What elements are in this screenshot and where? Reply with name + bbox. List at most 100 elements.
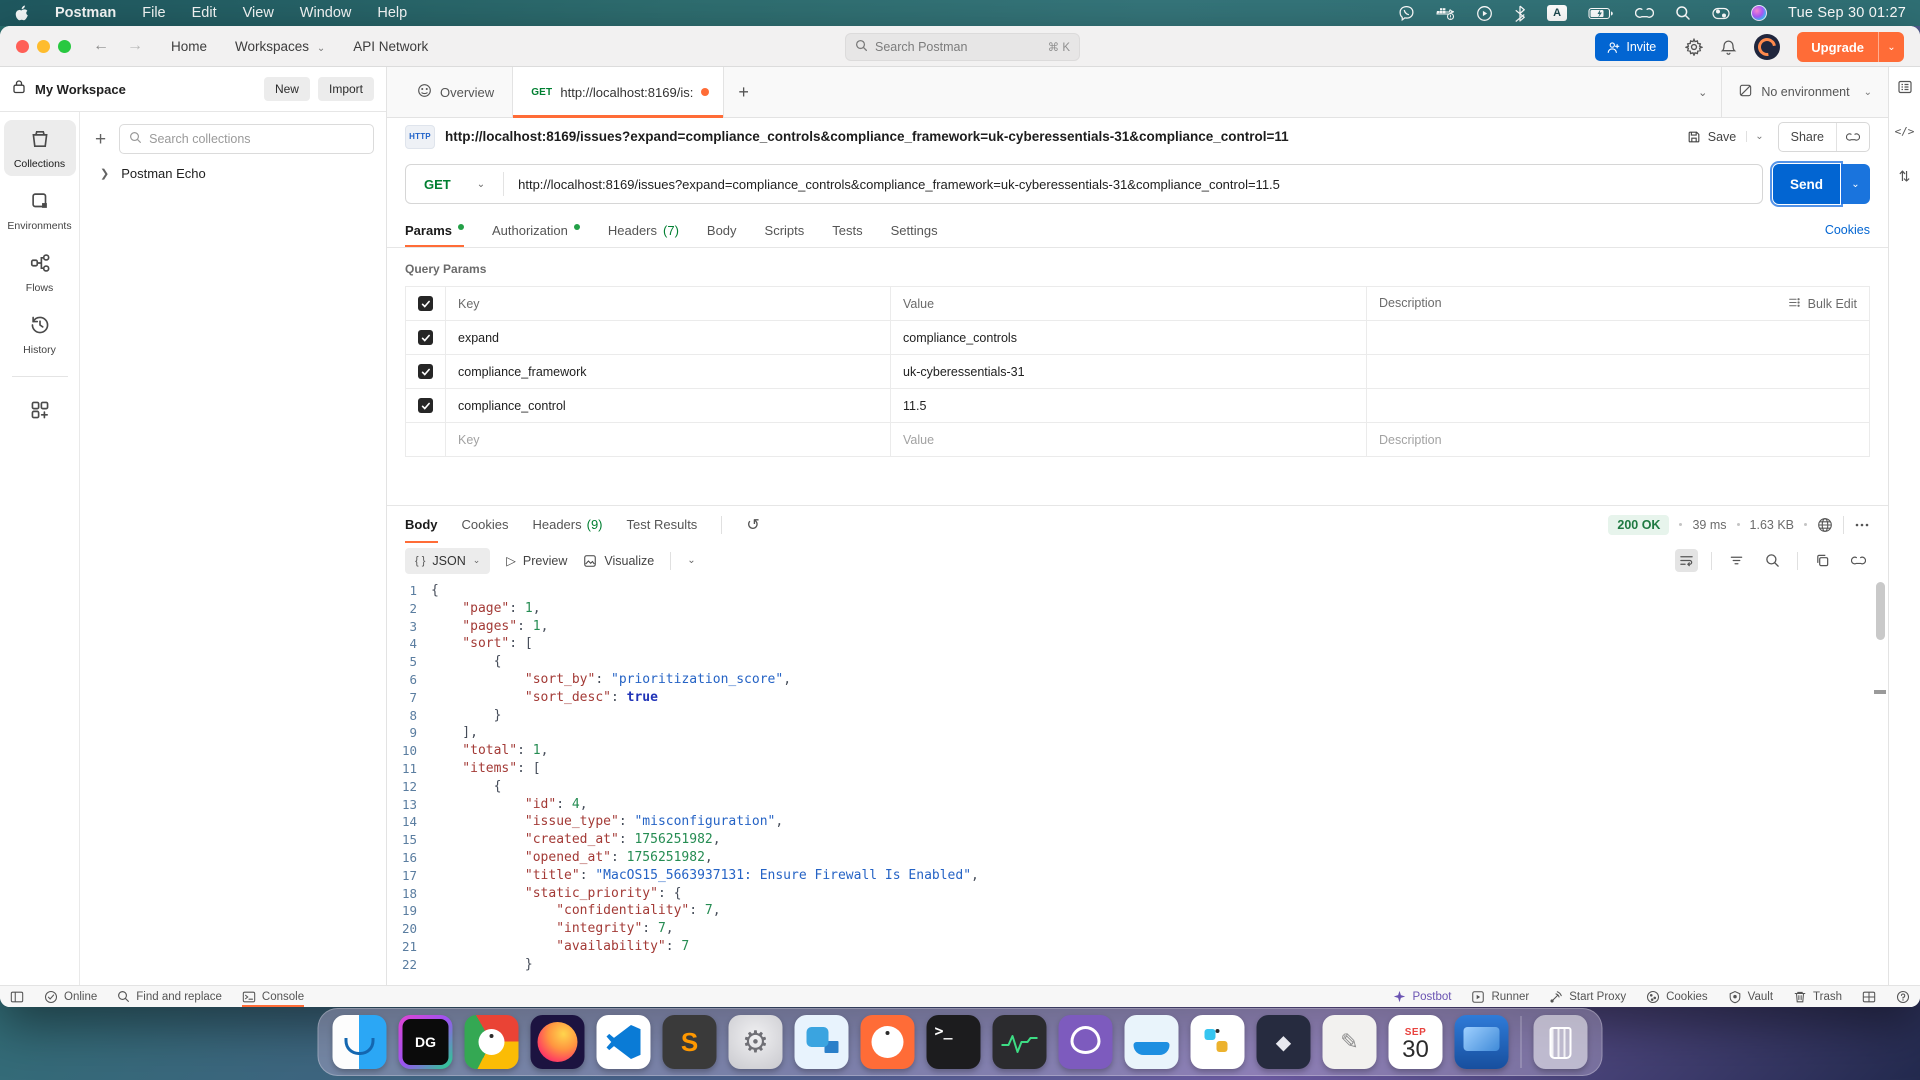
hotspot-icon[interactable] <box>1635 6 1654 20</box>
statusbar-trash[interactable]: Trash <box>1793 990 1842 1004</box>
collection-item-postman-echo[interactable]: ❯ Postman Echo <box>92 154 374 181</box>
response-size[interactable]: 1.63 KB <box>1750 518 1794 532</box>
visualize-toggle[interactable]: Visualize <box>583 554 654 568</box>
dock-slack-icon[interactable] <box>1191 1015 1245 1069</box>
select-all-checkbox[interactable] <box>418 296 433 311</box>
sidebar-item-collections[interactable]: Collections <box>4 120 76 176</box>
copy-link-icon[interactable] <box>1836 123 1869 151</box>
close-window-button[interactable] <box>16 40 29 53</box>
dock-sublime-icon[interactable]: S <box>663 1015 717 1069</box>
new-tab-button[interactable]: + <box>724 67 763 117</box>
invite-button[interactable]: Invite <box>1595 33 1668 61</box>
filter-icon[interactable] <box>1725 549 1748 572</box>
wrap-text-icon[interactable] <box>1675 549 1698 572</box>
spotlight-icon[interactable] <box>1675 5 1691 21</box>
param-value-placeholder[interactable]: Value <box>903 433 934 447</box>
menu-view[interactable]: View <box>243 5 274 21</box>
request-tab-body[interactable]: Body <box>707 213 737 247</box>
response-time[interactable]: 39 ms <box>1692 518 1726 532</box>
dock-chrome-icon[interactable] <box>465 1015 519 1069</box>
bluetooth-icon[interactable] <box>1514 5 1526 22</box>
statusbar-help[interactable] <box>1896 990 1910 1004</box>
chevron-right-icon[interactable]: ❯ <box>100 167 109 180</box>
dock-firefox-icon[interactable] <box>531 1015 585 1069</box>
user-avatar[interactable] <box>1754 34 1780 60</box>
tab-request-active[interactable]: GET http://localhost:8169/is: <box>512 67 724 117</box>
request-info-icon[interactable]: ⇅ <box>1899 168 1911 185</box>
dock-activity-monitor-icon[interactable] <box>993 1015 1047 1069</box>
add-collection-button[interactable]: + <box>92 130 109 149</box>
viber-icon[interactable] <box>1398 5 1415 22</box>
minimize-window-button[interactable] <box>37 40 50 53</box>
request-tab-tests[interactable]: Tests <box>832 213 862 247</box>
bulk-edit-button[interactable]: Bulk Edit <box>1788 296 1857 312</box>
siri-icon[interactable] <box>1751 5 1767 21</box>
play-circle-icon[interactable] <box>1476 5 1493 22</box>
statusbar-find-and-replace[interactable]: Find and replace <box>117 986 222 1007</box>
request-tab-settings[interactable]: Settings <box>891 213 938 247</box>
dock-system-settings-icon[interactable]: ⚙ <box>729 1015 783 1069</box>
save-button[interactable]: Save ⌄ <box>1687 130 1764 144</box>
menu-app-name[interactable]: Postman <box>55 5 116 21</box>
upgrade-button[interactable]: Upgrade ⌄ <box>1797 32 1904 62</box>
nav-workspaces[interactable]: Workspaces ⌄ <box>235 39 325 54</box>
param-key[interactable]: compliance_control <box>458 399 566 413</box>
param-key-placeholder[interactable]: Key <box>458 433 480 447</box>
statusbar-panel[interactable] <box>10 986 24 1007</box>
dock-dev-app-icon[interactable]: ◆ <box>1257 1015 1311 1069</box>
param-key[interactable]: expand <box>458 331 499 345</box>
request-tab-authorization[interactable]: Authorization <box>492 213 580 247</box>
code-snippet-icon[interactable]: </> <box>1895 125 1915 138</box>
notifications-bell-icon[interactable] <box>1720 39 1737 56</box>
docker-icon[interactable] <box>1436 5 1455 21</box>
response-scrollbar[interactable] <box>1876 582 1885 640</box>
save-options-chevron-icon[interactable]: ⌄ <box>1746 131 1763 142</box>
copy-response-icon[interactable] <box>1811 549 1834 572</box>
network-globe-icon[interactable] <box>1817 517 1833 533</box>
param-value[interactable]: compliance_controls <box>903 331 1017 345</box>
param-description-placeholder[interactable]: Description <box>1379 433 1442 447</box>
response-history-icon[interactable]: ↺ <box>746 515 759 535</box>
dock-terminal-icon[interactable]: >_ <box>927 1015 981 1069</box>
dock-calendar-icon[interactable]: SEP30 <box>1389 1015 1443 1069</box>
back-icon[interactable]: ← <box>93 37 109 55</box>
global-search-input[interactable]: Search Postman ⌘ K <box>845 33 1080 61</box>
param-key[interactable]: compliance_framework <box>458 365 587 379</box>
dock-postman-icon[interactable] <box>861 1015 915 1069</box>
response-link-icon[interactable] <box>1847 549 1870 572</box>
dock-viber-icon[interactable] <box>1059 1015 1113 1069</box>
statusbar-postbot[interactable]: Postbot <box>1393 990 1451 1003</box>
battery-icon[interactable] <box>1588 7 1614 20</box>
upgrade-chevron-icon[interactable]: ⌄ <box>1878 32 1904 62</box>
forward-icon[interactable]: → <box>127 37 143 55</box>
cookies-link[interactable]: Cookies <box>1825 223 1870 237</box>
format-options-chevron-icon[interactable]: ⌄ <box>687 555 695 566</box>
menu-bar-clock[interactable]: Tue Sep 30 01:27 <box>1788 5 1906 21</box>
statusbar-start-proxy[interactable]: Start Proxy <box>1549 990 1626 1004</box>
request-tab-scripts[interactable]: Scripts <box>765 213 805 247</box>
share-button[interactable]: Share <box>1779 130 1836 144</box>
response-tab-body[interactable]: Body <box>405 506 438 543</box>
dock-finder-icon[interactable] <box>333 1015 387 1069</box>
dock-notes-app-icon[interactable]: ✎ <box>1323 1015 1377 1069</box>
dock-datagrip-icon[interactable]: DG <box>399 1015 453 1069</box>
param-checkbox[interactable] <box>418 330 433 345</box>
url-input[interactable]: http://localhost:8169/issues?expand=comp… <box>518 177 1280 192</box>
param-value[interactable]: uk-cyberessentials-31 <box>903 365 1025 379</box>
new-button[interactable]: New <box>264 77 310 101</box>
menu-edit[interactable]: Edit <box>192 5 217 21</box>
statusbar-vault[interactable]: Vault <box>1728 990 1773 1004</box>
response-more-options-icon[interactable] <box>1854 517 1870 533</box>
nav-home[interactable]: Home <box>171 39 207 54</box>
control-center-icon[interactable] <box>1712 7 1730 20</box>
send-options-chevron-icon[interactable]: ⌄ <box>1840 164 1870 204</box>
tab-overview[interactable]: Overview <box>399 67 512 117</box>
param-checkbox[interactable] <box>418 398 433 413</box>
dock-display-icon[interactable] <box>1455 1015 1509 1069</box>
response-tab-headers[interactable]: Headers(9) <box>532 506 602 543</box>
param-value[interactable]: 11.5 <box>903 399 926 413</box>
settings-gear-icon[interactable] <box>1685 38 1703 56</box>
statusbar-console[interactable]: Console <box>242 986 304 1007</box>
import-button[interactable]: Import <box>318 77 374 101</box>
param-checkbox[interactable] <box>418 364 433 379</box>
